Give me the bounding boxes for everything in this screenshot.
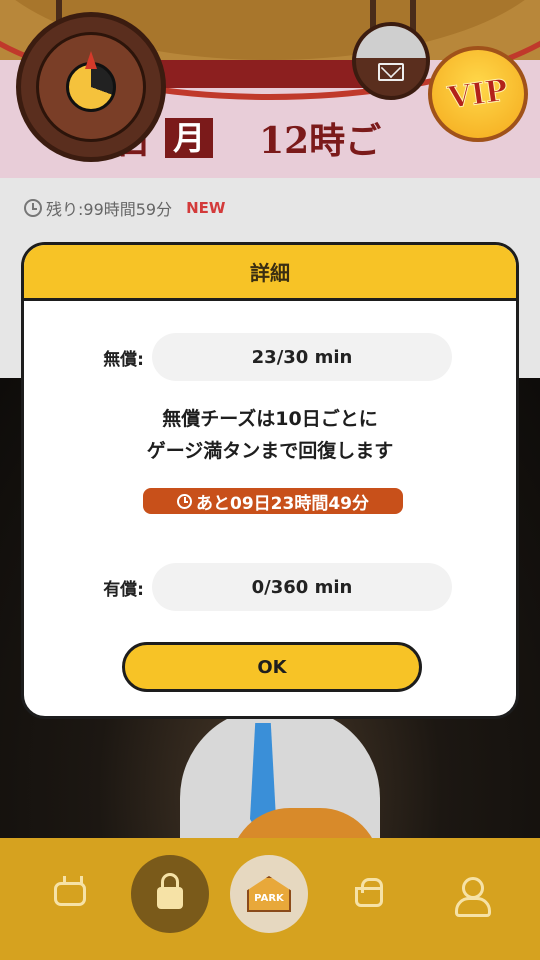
modal-title: 詳細 <box>24 245 516 301</box>
ok-button[interactable]: OK <box>122 642 422 692</box>
free-label: 無償: <box>103 349 144 370</box>
clock-icon <box>177 493 192 509</box>
details-modal: 詳細 無償: 23/30 min 無償チーズは10日ごとに ゲージ満タンまで回復… <box>21 242 519 719</box>
free-cheese-row: 無償: 23/30 min <box>24 333 516 381</box>
description: 無償チーズは10日ごとに ゲージ満タンまで回復します <box>24 403 516 467</box>
description-line-2: ゲージ満タンまで回復します <box>146 440 394 462</box>
description-line-1: 無償チーズは10日ごとに <box>162 408 378 430</box>
free-value: 23/30 min <box>152 333 452 381</box>
countdown-text: あと09日23時間49分 <box>196 493 369 514</box>
paid-label: 有償: <box>103 579 144 600</box>
countdown-badge: あと09日23時間49分 <box>143 488 403 514</box>
paid-value: 0/360 min <box>152 563 452 611</box>
paid-cheese-row: 有償: 0/360 min <box>24 563 516 611</box>
